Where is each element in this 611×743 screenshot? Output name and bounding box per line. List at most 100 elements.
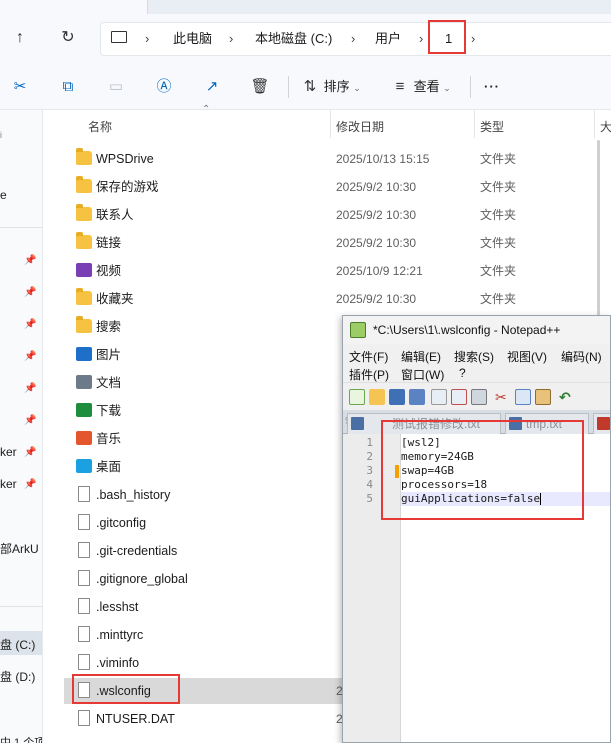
npp-menu-plugins[interactable]: 插件(P) bbox=[349, 366, 389, 383]
npp-menu-help[interactable]: ? bbox=[459, 366, 466, 380]
file-icon bbox=[78, 570, 90, 586]
close-all-icon[interactable] bbox=[451, 389, 467, 405]
breadcrumb-separator-icon: › bbox=[229, 31, 234, 46]
navigation-pane: ᵢ e 📌 📌 📌 📌 📌 📌 ker 📌 ker 📌 部ArkU 盘 (C:)… bbox=[0, 110, 43, 743]
explorer-tab[interactable] bbox=[0, 0, 148, 14]
breadcrumb-local-disk[interactable]: 本地磁盘 (C:) bbox=[255, 23, 332, 55]
save-icon[interactable] bbox=[389, 389, 405, 405]
file-name: 视频 bbox=[96, 264, 122, 278]
file-icon bbox=[78, 710, 90, 726]
npp-menu-file[interactable]: 文件(F) bbox=[349, 348, 388, 365]
copy-icon[interactable]: ⧉ bbox=[58, 76, 78, 98]
column-header-modified[interactable]: 修改日期 bbox=[336, 116, 384, 138]
nav-item-drive-d[interactable]: 盘 (D:) bbox=[0, 668, 35, 685]
close-file-icon[interactable] bbox=[431, 389, 447, 405]
view-button[interactable]: ≡ 查看 ⌄ bbox=[390, 76, 451, 98]
file-name: .minttyrc bbox=[96, 628, 144, 642]
file-row[interactable]: WPSDrive 2025/10/13 15:15 文件夹 bbox=[64, 146, 611, 172]
nav-item-drive-c[interactable]: 盘 (C:) bbox=[0, 636, 35, 653]
file-name: .gitconfig bbox=[96, 516, 147, 530]
file-name: 联系人 bbox=[96, 208, 134, 222]
npp-menu-search[interactable]: 搜索(S) bbox=[454, 348, 494, 365]
file-row[interactable]: 保存的游戏 2025/9/2 10:30 文件夹 bbox=[64, 174, 611, 200]
chevron-down-icon: ⌄ bbox=[443, 83, 451, 93]
nav-item-partial-1[interactable]: e bbox=[0, 188, 7, 202]
up-arrow-icon[interactable]: ↑ bbox=[8, 26, 32, 50]
address-bar[interactable]: › 此电脑 › 本地磁盘 (C:) › 用户 › 1 › bbox=[100, 22, 611, 56]
nav-item-partial-3[interactable]: ker bbox=[0, 477, 17, 491]
view-label: 查看 bbox=[413, 79, 440, 94]
print-icon[interactable] bbox=[471, 389, 487, 405]
refresh-icon[interactable]: ↻ bbox=[56, 26, 80, 50]
pin-icon: 📌 bbox=[24, 287, 37, 298]
breadcrumb-users[interactable]: 用户 bbox=[375, 23, 401, 55]
npp-toolbar: ✂ ↶ bbox=[343, 382, 610, 410]
npp-menu-edit[interactable]: 编辑(E) bbox=[401, 348, 441, 365]
column-divider bbox=[594, 110, 595, 138]
highlight-box-breadcrumb bbox=[428, 20, 466, 54]
new-file-icon[interactable] bbox=[349, 389, 365, 405]
file-icon bbox=[78, 514, 90, 530]
music-folder-icon bbox=[76, 431, 92, 445]
file-name: 收藏夹 bbox=[96, 292, 134, 306]
file-name: .viminfo bbox=[96, 656, 140, 670]
notepad-plus-plus-logo-icon bbox=[350, 322, 366, 338]
column-header-size[interactable]: 大 bbox=[600, 116, 611, 138]
paste-icon[interactable]: ▭ bbox=[106, 76, 126, 98]
file-type: 文件夹 bbox=[480, 236, 517, 250]
downloads-folder-icon bbox=[76, 403, 92, 417]
file-name: NTUSER.DAT bbox=[96, 712, 175, 726]
nav-divider bbox=[0, 227, 42, 228]
command-toolbar: ✂ ⧉ ▭ Ⓐ ↗ 🗑 ⇅ 排序 ⌄ ≡ 查看 ⌄ ··· bbox=[0, 64, 611, 110]
column-header-name[interactable]: 名称 bbox=[88, 116, 112, 138]
open-file-icon[interactable] bbox=[369, 389, 385, 405]
file-name: 图片 bbox=[96, 348, 122, 362]
breadcrumb-separator-icon: › bbox=[471, 31, 476, 46]
column-header-type[interactable]: 类型 bbox=[480, 116, 504, 138]
file-icon bbox=[78, 626, 90, 642]
file-row[interactable]: 视频 2025/10/9 12:21 文件夹 bbox=[64, 258, 611, 284]
paste-icon[interactable] bbox=[535, 389, 551, 405]
breadcrumb-this-pc[interactable]: 此电脑 bbox=[173, 23, 212, 55]
npp-title-bar[interactable]: *C:\Users\1\.wslconfig - Notepad++ bbox=[343, 316, 610, 344]
line-number: 5 bbox=[366, 492, 373, 505]
line-number: 3 bbox=[366, 464, 373, 477]
save-all-icon[interactable] bbox=[409, 389, 425, 405]
file-modified-date: 2025/9/2 10:30 bbox=[336, 236, 417, 250]
sort-button[interactable]: ⇅ 排序 ⌄ bbox=[300, 76, 361, 98]
file-name: .gitignore_global bbox=[96, 572, 188, 586]
cut-icon[interactable]: ✂ bbox=[10, 76, 30, 98]
file-row[interactable]: 联系人 2025/9/2 10:30 文件夹 bbox=[64, 202, 611, 228]
file-modified-date: 2025/9/2 10:30 bbox=[336, 292, 417, 306]
nav-item-partial-2[interactable]: ker bbox=[0, 445, 17, 459]
rename-icon[interactable]: Ⓐ bbox=[154, 76, 174, 98]
save-icon bbox=[597, 417, 610, 430]
folder-icon bbox=[76, 148, 92, 165]
pin-icon: 📌 bbox=[24, 479, 37, 490]
pin-icon: 📌 bbox=[24, 383, 37, 394]
npp-menu-view[interactable]: 视图(V) bbox=[507, 348, 547, 365]
npp-menu-window[interactable]: 窗口(W) bbox=[401, 366, 444, 383]
file-modified-date: 2025/10/13 15:15 bbox=[336, 152, 430, 166]
desktop-folder-icon bbox=[76, 459, 92, 473]
line-number: 4 bbox=[366, 478, 373, 491]
pin-icon: 📌 bbox=[24, 319, 37, 330]
share-icon[interactable]: ↗ bbox=[202, 76, 222, 98]
npp-menu-encoding[interactable]: 编码(N) bbox=[561, 348, 602, 365]
copy-icon[interactable] bbox=[515, 389, 531, 405]
nav-item-partial-4[interactable]: 部ArkU bbox=[0, 540, 39, 557]
more-options-button[interactable]: ··· bbox=[484, 76, 500, 98]
npp-menu-bar: 文件(F) 编辑(E) 搜索(S) 视图(V) 编码(N) 插件(P) 窗口(W… bbox=[343, 344, 610, 383]
npp-window-title: *C:\Users\1\.wslconfig - Notepad++ bbox=[373, 323, 561, 337]
pictures-folder-icon bbox=[76, 347, 92, 361]
undo-icon[interactable]: ↶ bbox=[559, 389, 575, 405]
cut-icon[interactable]: ✂ bbox=[495, 389, 511, 405]
folder-icon bbox=[76, 232, 92, 249]
delete-icon[interactable]: 🗑 bbox=[250, 76, 270, 98]
status-bar-text: 中 1 个项目 68 字节 bbox=[0, 737, 42, 743]
file-row[interactable]: 收藏夹 2025/9/2 10:30 文件夹 bbox=[64, 286, 611, 312]
file-row[interactable]: 链接 2025/9/2 10:30 文件夹 bbox=[64, 230, 611, 256]
file-modified-date: 2025/10/9 12:21 bbox=[336, 264, 423, 278]
npp-tab-wslconfig[interactable] bbox=[593, 413, 610, 434]
pin-icon: 📌 bbox=[24, 255, 37, 266]
